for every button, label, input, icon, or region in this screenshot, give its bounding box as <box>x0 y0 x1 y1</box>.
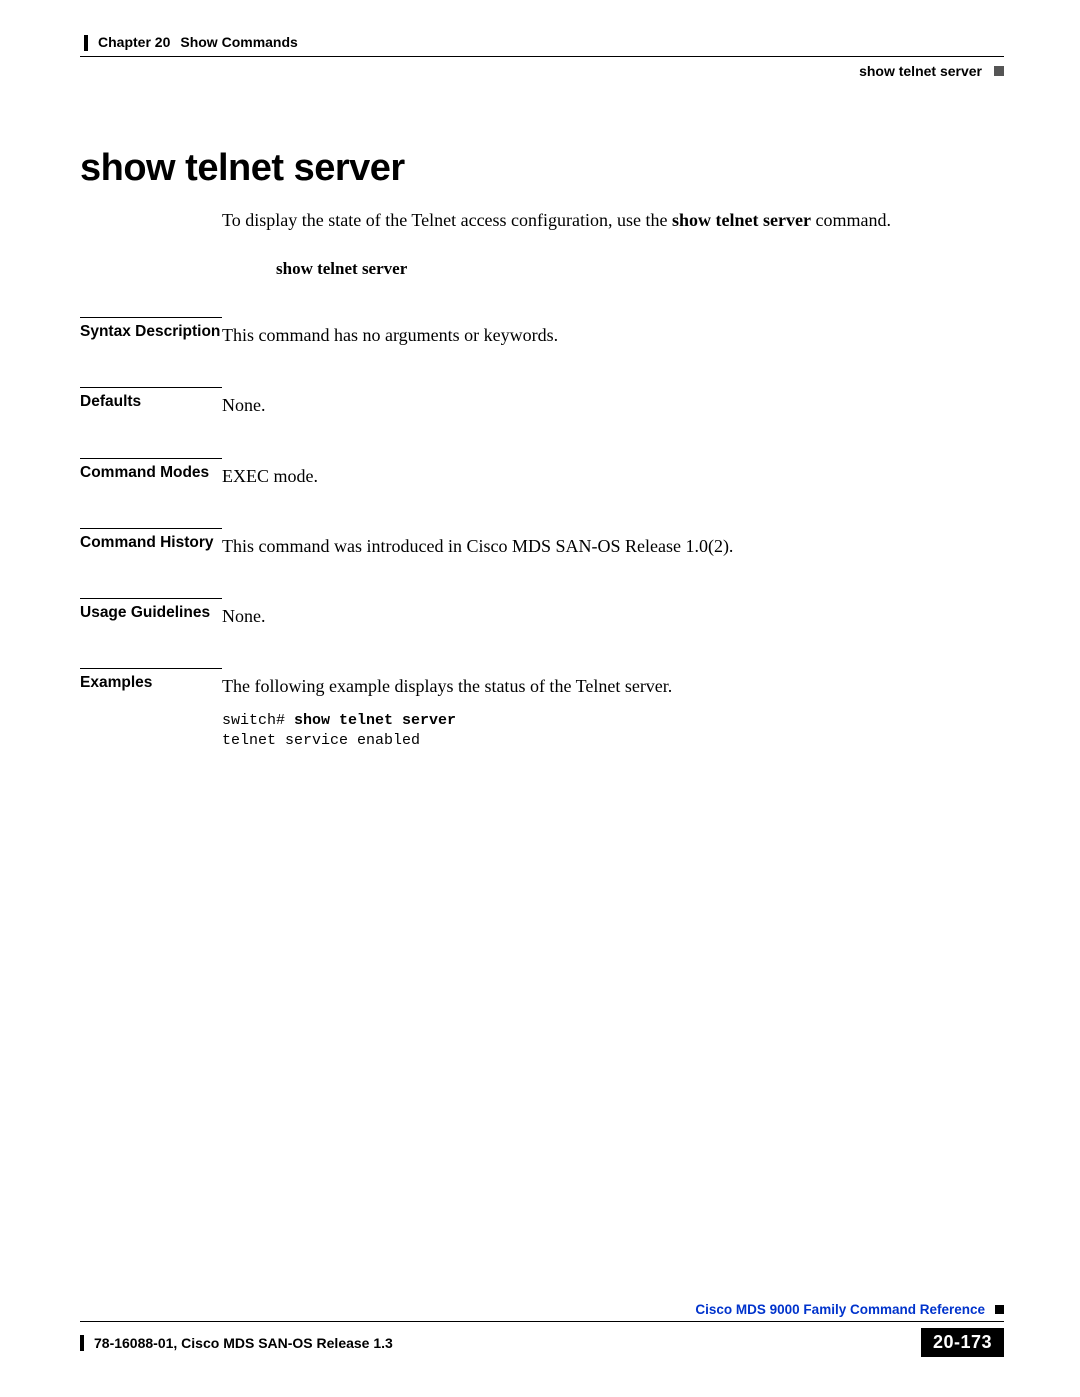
footer-top: Cisco MDS 9000 Family Command Reference <box>80 1302 1004 1321</box>
examples-code-block: switch# show telnet server telnet servic… <box>222 711 1004 752</box>
lead-prefix: To display the state of the Telnet acces… <box>222 210 672 230</box>
section-label: Syntax Description <box>80 317 222 341</box>
section-body: The following example displays the statu… <box>222 674 1004 751</box>
page-title: show telnet server <box>80 147 1004 190</box>
code-prompt: switch# <box>222 712 294 729</box>
section-label: Command Modes <box>80 458 222 482</box>
section-label: Command History <box>80 528 222 552</box>
header-bar-icon <box>84 35 88 51</box>
section-body: None. <box>222 604 1004 628</box>
section-syntax-description: Syntax Description This command has no a… <box>80 323 1004 347</box>
examples-intro: The following example displays the statu… <box>222 674 1004 698</box>
page-footer: Cisco MDS 9000 Family Command Reference … <box>80 1302 1004 1357</box>
page-header-sub: show telnet server <box>80 57 1004 79</box>
code-command: show telnet server <box>294 712 456 729</box>
section-command-modes: Command Modes EXEC mode. <box>80 464 1004 488</box>
page-number-badge: 20-173 <box>921 1328 1004 1357</box>
section-usage-guidelines: Usage Guidelines None. <box>80 604 1004 628</box>
section-defaults: Defaults None. <box>80 393 1004 417</box>
footer-bar-icon <box>80 1335 84 1351</box>
section-body: This command has no arguments or keyword… <box>222 323 1004 347</box>
command-syntax: show telnet server <box>276 259 1004 279</box>
lead-paragraph: To display the state of the Telnet acces… <box>222 210 1004 231</box>
lead-suffix: command. <box>811 210 891 230</box>
square-bullet-icon <box>994 66 1004 76</box>
section-label: Defaults <box>80 387 222 411</box>
section-label: Usage Guidelines <box>80 598 222 622</box>
section-body: EXEC mode. <box>222 464 1004 488</box>
square-bullet-icon <box>995 1305 1004 1314</box>
chapter-number: Chapter 20 <box>98 34 170 50</box>
section-command-history: Command History This command was introdu… <box>80 534 1004 558</box>
section-examples: Examples The following example displays … <box>80 674 1004 751</box>
footer-bottom: 78-16088-01, Cisco MDS SAN-OS Release 1.… <box>80 1322 1004 1357</box>
lead-bold: show telnet server <box>672 210 811 230</box>
chapter-title: Show Commands <box>180 34 297 50</box>
footer-doc-id: 78-16088-01, Cisco MDS SAN-OS Release 1.… <box>94 1335 393 1351</box>
footer-doc-id-wrap: 78-16088-01, Cisco MDS SAN-OS Release 1.… <box>80 1335 393 1351</box>
section-label: Examples <box>80 668 222 692</box>
section-body: This command was introduced in Cisco MDS… <box>222 534 1004 558</box>
page-header-top: Chapter 20 Show Commands <box>80 34 1004 52</box>
footer-doc-title: Cisco MDS 9000 Family Command Reference <box>695 1302 985 1317</box>
section-body: None. <box>222 393 1004 417</box>
code-output: telnet service enabled <box>222 732 420 749</box>
section-breadcrumb: show telnet server <box>859 63 982 79</box>
